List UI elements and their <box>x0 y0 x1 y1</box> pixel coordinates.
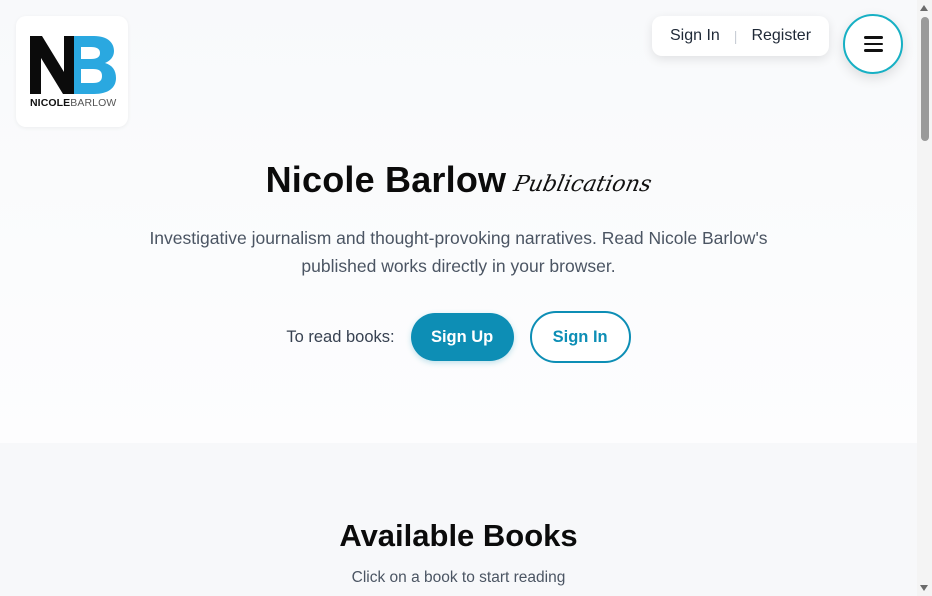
books-subtitle: Click on a book to start reading <box>351 569 566 586</box>
auth-separator: | <box>733 28 738 44</box>
sign-in-button[interactable]: Sign In <box>529 311 631 363</box>
publications-script: Publications <box>511 171 655 197</box>
logo-word-last: BARLOW <box>70 97 117 109</box>
header-register-link[interactable]: Register <box>751 27 811 45</box>
cta-row: To read books: Sign Up Sign In <box>0 311 917 363</box>
nb-monogram-icon <box>30 36 116 94</box>
scroll-thumb[interactable] <box>921 17 929 141</box>
auth-links: Sign In | Register <box>652 16 829 56</box>
menu-button[interactable] <box>843 14 903 74</box>
hero-tagline: Investigative journalism and thought-pro… <box>149 228 768 276</box>
site-logo[interactable]: NICOLEBARLOW <box>16 16 128 127</box>
cta-label: To read books: <box>286 327 395 346</box>
page: NICOLEBARLOW Sign In | Register Nicole B… <box>0 0 917 596</box>
logo-wordmark: NICOLEBARLOW <box>30 97 120 109</box>
hamburger-icon-bar <box>863 42 883 46</box>
scroll-down-arrow-icon[interactable] <box>920 585 928 591</box>
sign-up-button[interactable]: Sign Up <box>410 313 514 361</box>
header-sign-in-link[interactable]: Sign In <box>670 27 720 45</box>
page-title: Nicole Barlow <box>265 159 507 200</box>
hamburger-icon <box>863 36 883 39</box>
hamburger-icon-bar <box>863 49 883 52</box>
books-heading: Available Books <box>339 518 578 553</box>
scroll-up-arrow-icon[interactable] <box>920 5 928 11</box>
hero-section <box>0 0 917 443</box>
logo-word-first: NICOLE <box>30 97 71 109</box>
hero-title-row: Nicole Barlow Publications <box>0 157 917 203</box>
vertical-scrollbar[interactable] <box>917 0 932 596</box>
